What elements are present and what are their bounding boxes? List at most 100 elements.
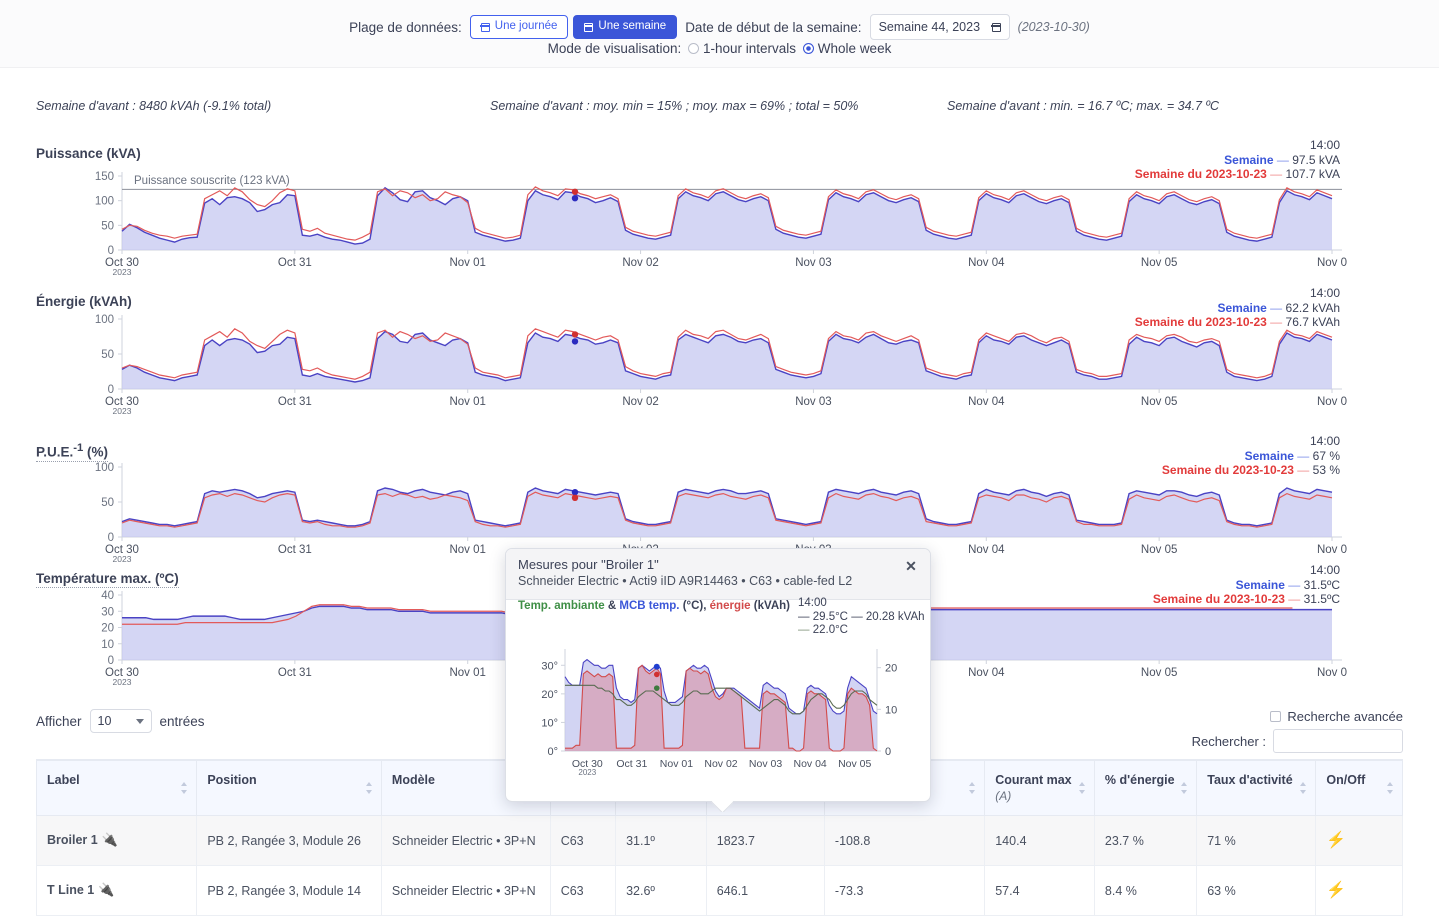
popup-plot[interactable]: 0°10°20°30°01020Oct 302023Oct 31Nov 01No… (507, 643, 931, 793)
checkbox-icon[interactable] (1270, 711, 1281, 722)
cell-c63: C63 (550, 866, 615, 916)
popup-values: 14:00 — 29.5°C — 20.28 kVAh — 22.0°C (798, 597, 925, 638)
svg-text:30: 30 (101, 606, 114, 618)
summary-energy: Semaine d'avant : 8480 kVAh (-9.1% total… (36, 99, 271, 113)
cell-label[interactable]: T Line 1🔌 (37, 866, 197, 916)
popup-value-blue: 29.5°C (813, 611, 848, 623)
cell-onoff[interactable]: ⚡ (1316, 816, 1403, 866)
calendar-picker-icon[interactable] (992, 22, 1001, 32)
column-header-onoff[interactable]: On/Off (1316, 760, 1403, 816)
sort-icon[interactable] (1181, 782, 1188, 794)
cell-value2: -73.3 (824, 866, 984, 916)
entries-label: entrées (160, 714, 205, 729)
one-day-button[interactable]: Une journée (470, 15, 569, 39)
column-header-pct-energie[interactable]: % d'énergie (1094, 760, 1196, 816)
chart-energie: Énergie (kVAh) 14:00 Semaine — 62.2 kVAh… (0, 294, 1439, 429)
column-header-taux-activite[interactable]: Taux d'activité (1197, 760, 1316, 816)
table-row[interactable]: Broiler 1🔌 PB 2, Rangée 3, Module 26 Sch… (37, 816, 1403, 866)
svg-text:50: 50 (101, 497, 114, 509)
svg-text:50: 50 (101, 220, 114, 232)
svg-text:2023: 2023 (578, 768, 596, 777)
sort-icon[interactable] (1387, 782, 1394, 794)
sort-icon[interactable] (1079, 782, 1086, 794)
svg-text:Nov 02: Nov 02 (622, 257, 658, 269)
plug-icon: 🔌 (98, 882, 114, 897)
svg-text:100: 100 (95, 314, 114, 326)
bolt-icon[interactable]: ⚡ (1326, 832, 1346, 849)
cell-value1: 1823.7 (706, 816, 824, 866)
column-header-label[interactable]: Label (37, 760, 197, 816)
one-week-button[interactable]: Une semaine (573, 15, 677, 39)
svg-text:Nov 04: Nov 04 (968, 667, 1005, 679)
svg-text:Nov 05: Nov 05 (1141, 544, 1177, 556)
cell-position: PB 2, Rangée 3, Module 26 (197, 816, 382, 866)
range-label: Plage de données: (349, 20, 462, 35)
svg-text:Nov 05: Nov 05 (838, 758, 871, 770)
cell-onoff[interactable]: ⚡ (1316, 866, 1403, 916)
advanced-search-toggle[interactable]: Recherche avancée (1270, 709, 1403, 724)
sort-icon[interactable] (181, 782, 188, 794)
popup-title: Mesures pour "Broiler 1" (518, 557, 918, 573)
summary-pue: Semaine d'avant : moy. min = 15% ; moy. … (490, 99, 858, 113)
search-input[interactable] (1273, 729, 1403, 753)
sort-icon[interactable] (366, 782, 373, 794)
chevron-down-icon (136, 719, 144, 724)
entries-select[interactable]: 10 (90, 709, 152, 733)
svg-text:Nov 03: Nov 03 (749, 758, 782, 770)
popup-header: Mesures pour "Broiler 1" Schneider Elect… (506, 549, 930, 600)
entries-select-value: 10 (98, 714, 112, 728)
svg-text:Nov 01: Nov 01 (449, 667, 485, 679)
radio-icon-week[interactable] (803, 43, 814, 54)
mode-option-hourly[interactable]: 1-hour intervals (688, 41, 796, 56)
radio-icon-hourly[interactable] (688, 43, 699, 54)
svg-text:30°: 30° (541, 660, 558, 672)
svg-text:Nov 01: Nov 01 (449, 257, 485, 269)
bolt-icon[interactable]: ⚡ (1326, 882, 1346, 899)
popup-legend-mcb: MCB temp. (619, 600, 679, 612)
svg-text:Nov 0: Nov 0 (1317, 396, 1347, 408)
mode-option-week[interactable]: Whole week (803, 41, 891, 56)
popup-legend-ambient: Temp. ambiante (518, 600, 605, 612)
svg-text:Nov 05: Nov 05 (1141, 257, 1177, 269)
svg-text:Nov 02: Nov 02 (704, 758, 737, 770)
sort-icon[interactable] (1300, 782, 1307, 794)
one-day-label: Une journée (495, 20, 558, 34)
column-header-position[interactable]: Position (197, 760, 382, 816)
chart-note-puissance: Puissance souscrite (123 kVA) (134, 175, 290, 187)
search-control: Rechercher : (1192, 729, 1403, 753)
cell-label[interactable]: Broiler 1🔌 (37, 816, 197, 866)
cell-temp: 32.6º (616, 866, 707, 916)
svg-text:20°: 20° (541, 689, 558, 701)
svg-text:100: 100 (95, 196, 114, 208)
svg-text:Nov 02: Nov 02 (622, 396, 658, 408)
close-icon[interactable]: ✕ (902, 557, 920, 575)
svg-text:50: 50 (101, 349, 114, 361)
sort-icon[interactable] (969, 782, 976, 794)
svg-text:10°: 10° (541, 717, 558, 729)
popup-legend-unit1: (°C), (683, 600, 707, 612)
svg-text:150: 150 (95, 171, 114, 183)
svg-text:100: 100 (95, 462, 114, 474)
column-header-courant-max[interactable]: Courant max(A) (985, 760, 1095, 816)
chart-plot-puissance[interactable]: 050100150Oct 302023Oct 31Nov 01Nov 02Nov… (0, 146, 1439, 281)
week-picker-value: Semaine 44, 2023 (879, 20, 980, 34)
svg-text:2023: 2023 (113, 677, 132, 687)
week-picker[interactable]: Semaine 44, 2023 (870, 14, 1010, 40)
table-row[interactable]: T Line 1🔌 PB 2, Rangée 3, Module 14 Schn… (37, 866, 1403, 916)
svg-text:Nov 05: Nov 05 (1141, 667, 1177, 679)
svg-text:Nov 0: Nov 0 (1317, 544, 1347, 556)
cell-position: PB 2, Rangée 3, Module 14 (197, 866, 382, 916)
mode-option-hourly-label: 1-hour intervals (703, 41, 796, 56)
chart-plot-energie[interactable]: 050100Oct 302023Oct 31Nov 01Nov 02Nov 03… (0, 294, 1439, 429)
mode-controls-row: Mode de visualisation: 1-hour intervals … (0, 41, 1439, 56)
week-hint: (2023-10-30) (1018, 20, 1090, 34)
cell-modele: Schneider Electric • 3P+N (381, 866, 550, 916)
cell-taux-activite: 71 % (1197, 816, 1316, 866)
popup-value-red: 20.28 kVAh (866, 611, 925, 623)
svg-text:Nov 03: Nov 03 (795, 257, 831, 269)
svg-text:Oct 31: Oct 31 (278, 667, 312, 679)
svg-text:Nov 01: Nov 01 (449, 396, 485, 408)
svg-text:0: 0 (108, 384, 114, 396)
cell-modele: Schneider Electric • 3P+N (381, 816, 550, 866)
popup-legend-unit2: (kVAh) (754, 600, 790, 612)
